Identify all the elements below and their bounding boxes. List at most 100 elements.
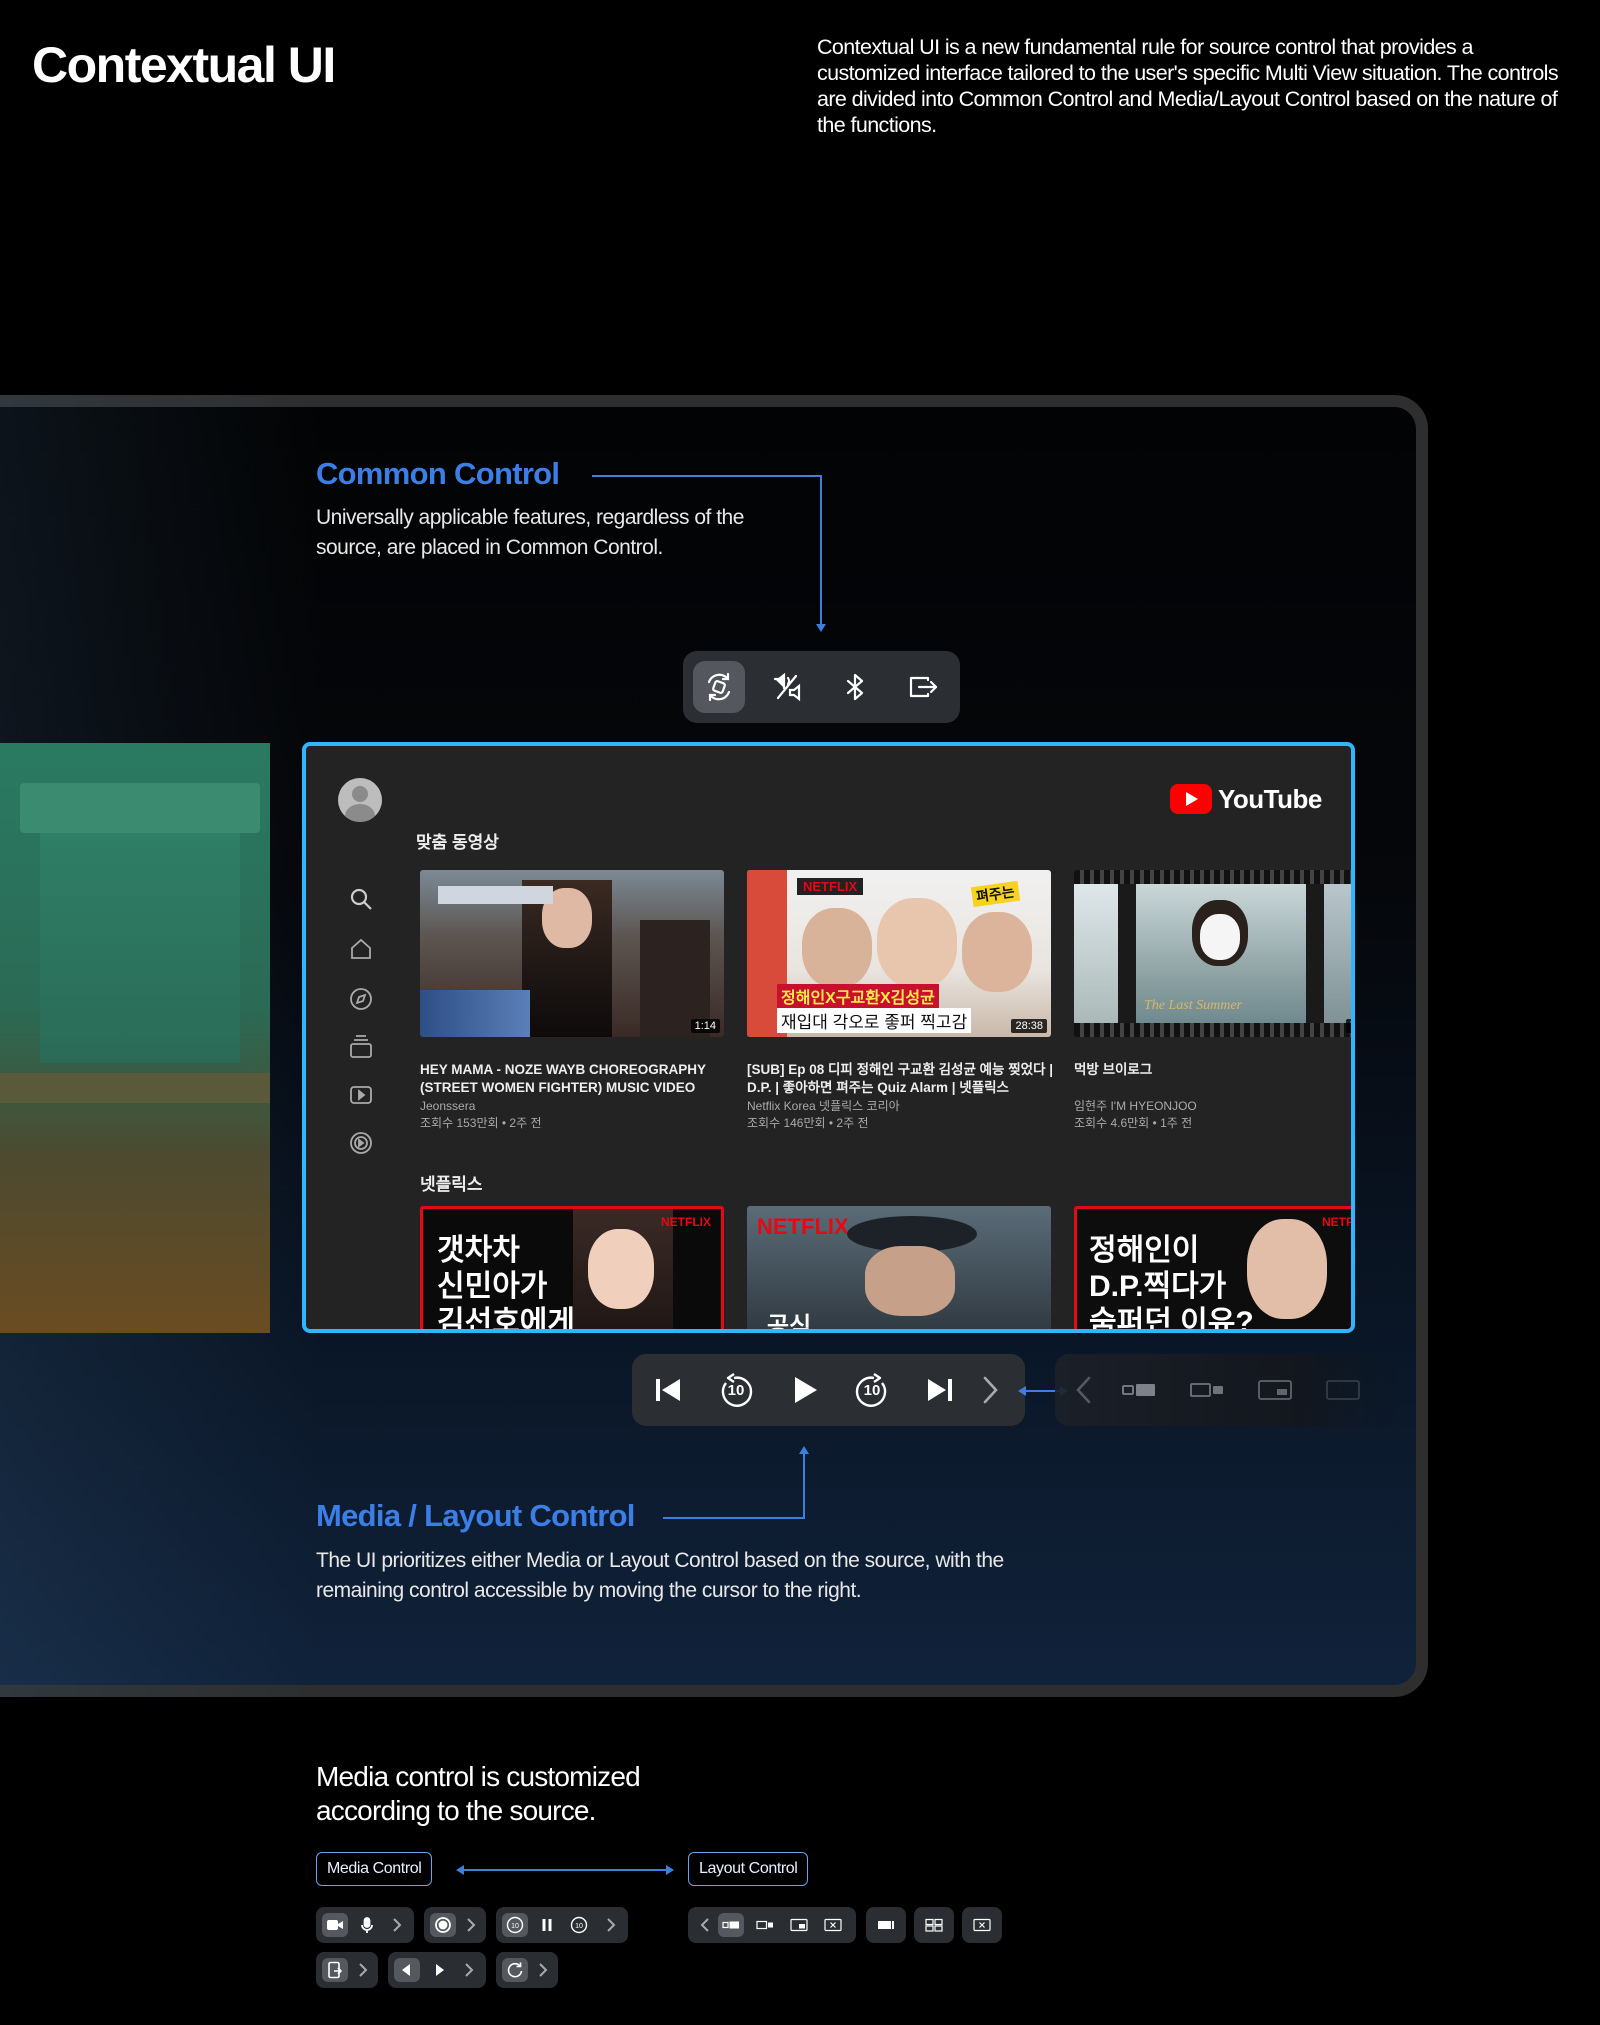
layout-full-button[interactable] xyxy=(873,1913,899,1937)
video-thumbnail[interactable]: NETFLIX 펴주는 정해인X구교환X김성균 재입대 각오로 좋퍼 찍고감 2… xyxy=(747,870,1051,1037)
video-stats: 조회수 146만회 • 2주 전 xyxy=(747,1116,869,1130)
more-button[interactable] xyxy=(456,1958,482,1982)
layout-control-bar[interactable] xyxy=(1055,1354,1395,1426)
record-icon xyxy=(435,1917,451,1933)
connector-line xyxy=(820,475,822,627)
forward-10-button[interactable]: 10 xyxy=(566,1913,592,1937)
more-button[interactable] xyxy=(458,1913,484,1937)
common-control-heading: Common Control xyxy=(316,456,560,491)
sidebar-home[interactable] xyxy=(348,936,374,962)
screen-share-icon xyxy=(328,1961,343,1979)
video-title[interactable]: 먹방 브이로그 xyxy=(1074,1061,1334,1079)
arrow-up-icon xyxy=(799,1446,809,1454)
chevron-right-icon xyxy=(465,1963,474,1977)
screen-share-button[interactable] xyxy=(322,1958,348,1982)
rewind-10-button[interactable]: 10 xyxy=(502,1913,528,1937)
sidebar-originals[interactable] xyxy=(348,1130,374,1156)
section-title: 넷플릭스 xyxy=(420,1175,483,1194)
youtube-screen[interactable]: YouTube 맞춤 동영상 1:14 HEY MAMA - NOZE WAYB… xyxy=(302,742,1355,1333)
video-thumbnail[interactable]: 갯차차 신민아가 김선호에게 NETFLIX xyxy=(420,1206,724,1329)
video-title[interactable]: [SUB] Ep 08 디피 정해인 구교환 김성균 예능 찢었다 | D.P.… xyxy=(747,1061,1057,1097)
camera-button[interactable] xyxy=(322,1913,348,1937)
mini-layout-exit xyxy=(962,1907,1002,1943)
play-circle-icon xyxy=(350,1132,372,1154)
layout-split-button[interactable] xyxy=(718,1913,744,1937)
mic-button[interactable] xyxy=(354,1913,380,1937)
record-button[interactable] xyxy=(430,1913,456,1937)
search-icon xyxy=(350,888,372,910)
chevron-right-icon xyxy=(539,1963,548,1977)
bluetooth-button[interactable] xyxy=(829,661,881,713)
sidebar-subscriptions[interactable] xyxy=(348,1034,374,1060)
forward-10-button[interactable]: 10 xyxy=(842,1354,902,1426)
video-thumbnail[interactable]: 1:14 xyxy=(420,870,724,1037)
connector-line xyxy=(592,475,822,477)
more-button[interactable] xyxy=(350,1958,376,1982)
pause-button[interactable] xyxy=(534,1913,560,1937)
skip-previous-icon xyxy=(656,1379,680,1401)
rewind-10-button[interactable]: 10 xyxy=(706,1354,766,1426)
video-channel: Jeonssera xyxy=(420,1099,476,1113)
previous-button[interactable] xyxy=(394,1958,420,1982)
rotate-screen-button[interactable] xyxy=(693,661,745,713)
more-button[interactable] xyxy=(384,1913,410,1937)
video-thumbnail[interactable]: 정해인이 D.P.찍다가 숨퍼던 이유? NETFLIX xyxy=(1074,1206,1351,1329)
avatar[interactable] xyxy=(338,778,382,822)
subscriptions-icon xyxy=(350,1035,372,1058)
sound-output-button[interactable] xyxy=(761,661,813,713)
sound-output-icon xyxy=(773,672,801,702)
caret-left-icon xyxy=(402,1964,410,1976)
layout-close-icon xyxy=(1326,1380,1360,1400)
double-arrow-icon xyxy=(456,1865,464,1875)
media-control-tag: Media Control xyxy=(316,1852,433,1886)
rewind-10-icon: 10 xyxy=(506,1916,524,1934)
exit-icon xyxy=(909,676,938,698)
intro-text: Contextual UI is a new fundamental rule … xyxy=(817,35,1559,137)
mini-layout-grid xyxy=(914,1907,954,1943)
mini-layout-control xyxy=(688,1907,856,1943)
back-button[interactable] xyxy=(692,1913,718,1937)
skip-next-button[interactable] xyxy=(910,1354,970,1426)
skip-previous-button[interactable] xyxy=(638,1354,698,1426)
video-channel: Netflix Korea 넷플릭스 코리아 xyxy=(747,1099,900,1113)
layout-pip-icon xyxy=(790,1918,808,1932)
layout-control-tag: Layout Control xyxy=(688,1852,809,1886)
layout-pip-button[interactable] xyxy=(786,1913,812,1937)
video-thumbnail[interactable]: NETFLIX 공식 xyxy=(747,1206,1051,1329)
more-button[interactable] xyxy=(598,1913,624,1937)
common-control-description: Universally applicable features, regardl… xyxy=(316,506,744,559)
side-source-preview[interactable] xyxy=(0,743,270,1333)
skip-next-icon xyxy=(928,1379,952,1401)
layout-split-icon xyxy=(1122,1384,1155,1396)
more-button[interactable] xyxy=(530,1958,556,1982)
layout-close-button[interactable] xyxy=(820,1913,846,1937)
layout-exit-button[interactable] xyxy=(969,1913,995,1937)
more-controls-button[interactable] xyxy=(970,1354,1010,1426)
mini-layout-full xyxy=(866,1907,906,1943)
pause-icon xyxy=(542,1919,552,1931)
chevron-left-icon xyxy=(700,1918,709,1932)
video-title[interactable]: HEY MAMA - NOZE WAYB CHOREOGRAPHY (STREE… xyxy=(420,1061,730,1097)
sidebar-library[interactable] xyxy=(348,1082,374,1108)
sidebar-explore[interactable] xyxy=(348,986,374,1012)
next-button[interactable] xyxy=(426,1958,452,1982)
video-stats: 조회수 4.6만회 • 1주 전 xyxy=(1074,1116,1193,1130)
mini-control-screen xyxy=(316,1952,378,1988)
layout-close-icon xyxy=(824,1918,842,1932)
connector-line xyxy=(663,1517,805,1519)
play-button[interactable] xyxy=(774,1354,834,1426)
video-thumbnail[interactable]: The Last Summer 7 xyxy=(1074,870,1351,1037)
exit-button[interactable] xyxy=(897,661,949,713)
layout-split-icon xyxy=(722,1921,739,1929)
sidebar-search[interactable] xyxy=(348,886,374,912)
mini-control-navigation xyxy=(388,1952,486,1988)
chevron-right-icon xyxy=(983,1376,998,1404)
chevron-right-icon xyxy=(467,1918,476,1932)
layout-full-icon xyxy=(878,1921,894,1929)
refresh-button[interactable] xyxy=(502,1958,528,1982)
youtube-logo-icon xyxy=(1170,784,1212,814)
svg-text:10: 10 xyxy=(511,1923,519,1930)
layout-grid-icon xyxy=(925,1918,943,1932)
layout-grid-button[interactable] xyxy=(921,1913,947,1937)
layout-split-alt-button[interactable] xyxy=(752,1913,778,1937)
